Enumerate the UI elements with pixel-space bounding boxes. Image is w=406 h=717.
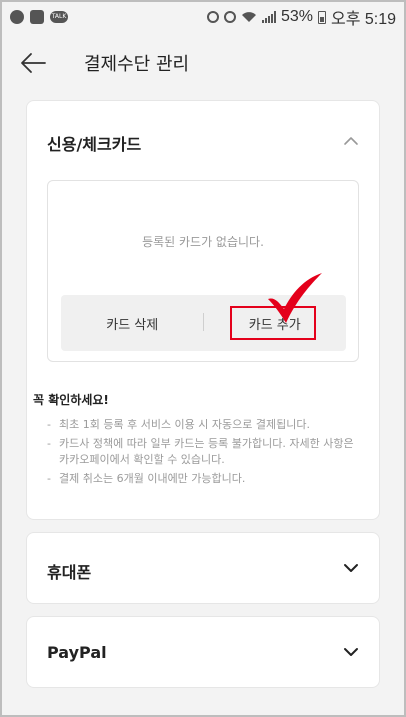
red-checkmark-icon (268, 273, 322, 323)
battery-percent: 53% (280, 8, 313, 25)
battery-icon (317, 10, 326, 24)
chevron-down-icon[interactable] (343, 560, 359, 576)
system-icons: 53% 오후 5:19 (206, 5, 396, 29)
paypal-section[interactable]: PayPal (26, 616, 380, 688)
page-title: 결제수단 관리 (84, 54, 190, 75)
notice-title: 꼭 확인하세요! (33, 393, 109, 407)
notification-icons: TALK (10, 10, 68, 24)
card-action-bar: 카드 삭제 카드 추가 (61, 273, 346, 351)
notice-item: 카드사 정책에 따라 일부 카드는 등록 불가합니다. 자세한 사항은 카카오페… (47, 436, 357, 468)
empty-card-message: 등록된 카드가 없습니다. (142, 235, 264, 249)
section-title-credit: 신용/체크카드 (47, 135, 142, 154)
notice-item: 결제 취소는 6개월 이내에만 가능합니다. (47, 471, 357, 487)
notice-list: 최초 1회 등록 후 서비스 이용 시 자동으로 결제됩니다. 카드사 정책에 … (47, 417, 357, 490)
notice-item: 최초 1회 등록 후 서비스 이용 시 자동으로 결제됩니다. (47, 417, 357, 433)
clock: 오후 5:19 (330, 11, 396, 28)
card-list-box: 등록된 카드가 없습니다. 카드 삭제 카드 추가 (47, 180, 359, 362)
chevron-down-icon[interactable] (343, 644, 359, 660)
gallery-icon (30, 10, 44, 24)
delete-card-button[interactable]: 카드 삭제 (61, 295, 204, 351)
recycle-icon (206, 11, 219, 23)
section-title-phone: 휴대폰 (47, 563, 92, 582)
alarm-icon (223, 11, 236, 23)
chevron-up-icon[interactable] (343, 133, 359, 149)
wifi-icon (241, 12, 256, 22)
app-header: 결제수단 관리 (0, 34, 406, 92)
signal-icon (261, 11, 276, 23)
phone-section[interactable]: 휴대폰 (26, 532, 380, 604)
section-title-paypal: PayPal (47, 643, 107, 662)
kakao-icon (10, 10, 24, 24)
button-divider (203, 313, 204, 331)
status-bar: TALK 53% 오후 5:19 (0, 0, 406, 34)
talk-icon: TALK (50, 11, 68, 23)
credit-card-section: 신용/체크카드 등록된 카드가 없습니다. 카드 삭제 카드 추가 꼭 확인하세… (26, 100, 380, 520)
back-arrow-icon[interactable] (20, 52, 46, 74)
